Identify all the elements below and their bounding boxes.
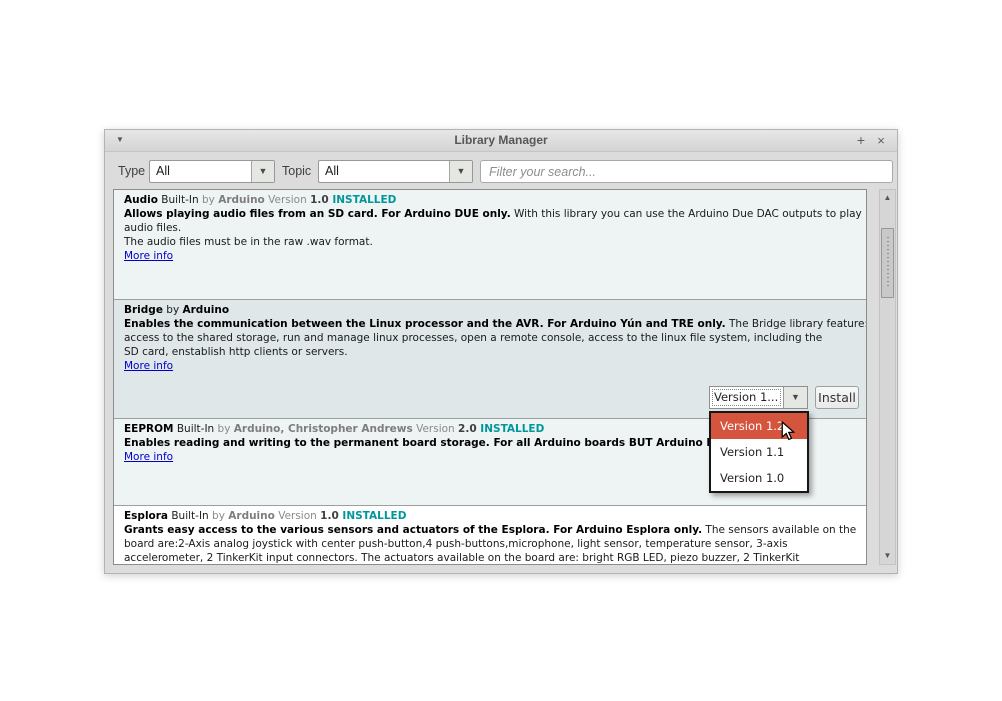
row-text-line: More info <box>124 249 856 263</box>
installed-badge: INSTALLED <box>339 510 407 522</box>
scroll-up-icon[interactable]: ▲ <box>880 192 895 204</box>
more-info-link[interactable]: More info <box>124 451 173 463</box>
row-text-line: board are:2-Axis analog joystick with ce… <box>124 537 856 551</box>
text-segment: Arduino, Christopher Andrews <box>234 423 413 435</box>
version-option[interactable]: Version 1.0 <box>711 465 807 491</box>
text-segment: The Bridge library feature: <box>726 318 866 330</box>
topic-label: Topic <box>282 164 311 178</box>
topic-dropdown-value: All <box>325 164 339 178</box>
row-text-line: Enables the communication between the Li… <box>124 317 856 331</box>
text-segment: SD card, enstablish http clients or serv… <box>124 346 348 358</box>
version-option[interactable]: Version 1.1 <box>711 439 807 465</box>
text-segment: by <box>218 423 234 435</box>
row-text-line: More info <box>124 359 856 373</box>
text-segment: Enables the communication between the Li… <box>124 318 726 330</box>
text-segment: accelerometer, 2 TinkerKit input connect… <box>124 552 799 564</box>
text-segment: 1.0 <box>320 510 339 522</box>
type-dropdown[interactable]: All ▼ <box>149 160 275 183</box>
text-segment: The audio files must be in the raw .wav … <box>124 236 373 248</box>
type-label: Type <box>118 164 145 178</box>
row-text-line: Grants easy access to the various sensor… <box>124 523 856 537</box>
chevron-down-icon[interactable]: ▼ <box>449 161 472 182</box>
chevron-down-icon[interactable]: ▼ <box>783 387 807 408</box>
text-segment: audio files. <box>124 222 181 234</box>
installed-badge: INSTALLED <box>329 194 397 206</box>
text-segment: Allows playing audio files from an SD ca… <box>124 208 511 220</box>
close-button[interactable]: × <box>873 133 889 148</box>
text-segment: Version <box>275 510 320 522</box>
text-segment: Built-In <box>168 510 212 522</box>
text-segment: The sensors available on the <box>702 524 856 536</box>
installed-badge: INSTALLED <box>477 423 545 435</box>
text-segment: With this library you can use the Arduin… <box>511 208 862 220</box>
scrollbar-thumb[interactable] <box>881 228 894 298</box>
more-info-link[interactable]: More info <box>124 250 173 262</box>
text-segment: Audio <box>124 194 158 206</box>
text-segment: Bridge <box>124 304 163 316</box>
text-segment: Version <box>265 194 310 206</box>
scroll-down-icon[interactable]: ▼ <box>880 550 895 562</box>
text-segment: Esplora <box>124 510 168 522</box>
chevron-down-icon[interactable]: ▼ <box>251 161 274 182</box>
text-segment: 1.0 <box>310 194 329 206</box>
text-segment: board are:2-Axis analog joystick with ce… <box>124 538 788 550</box>
text-segment: Built-In <box>158 194 202 206</box>
text-segment: by <box>163 304 183 316</box>
text-segment: Arduino <box>183 304 230 316</box>
text-segment: Built-In <box>174 423 218 435</box>
library-manager-window: ▼ Library Manager + × Type All ▼ Topic A… <box>104 129 898 574</box>
text-segment: EEPROM <box>124 423 174 435</box>
vertical-scrollbar[interactable]: ▲ ▼ <box>879 189 896 565</box>
more-info-link[interactable]: More info <box>124 360 173 372</box>
install-button[interactable]: Install <box>815 386 859 409</box>
text-segment: 2.0 <box>458 423 477 435</box>
row-text-line: Esplora Built-In by Arduino Version 1.0 … <box>124 509 856 523</box>
type-dropdown-value: All <box>156 164 170 178</box>
text-segment: by <box>212 510 228 522</box>
text-segment: access to the shared storage, run and ma… <box>124 332 822 344</box>
library-row-esplora[interactable]: Esplora Built-In by Arduino Version 1.0 … <box>114 506 866 565</box>
row-text-line: Audio Built-In by Arduino Version 1.0 IN… <box>124 193 856 207</box>
row-text-line: Allows playing audio files from an SD ca… <box>124 207 856 221</box>
focus-outline <box>711 388 782 407</box>
text-segment: Arduino <box>218 194 265 206</box>
library-row-audio[interactable]: Audio Built-In by Arduino Version 1.0 IN… <box>114 190 866 300</box>
row-text-line: The audio files must be in the raw .wav … <box>124 235 856 249</box>
topic-dropdown[interactable]: All ▼ <box>318 160 473 183</box>
library-list[interactable]: Audio Built-In by Arduino Version 1.0 IN… <box>113 189 867 565</box>
version-dropdown[interactable]: Version 1... ▼ <box>709 386 808 409</box>
title-bar[interactable]: ▼ Library Manager + × <box>105 130 897 152</box>
row-text-line: audio files. <box>124 221 856 235</box>
mouse-cursor-icon <box>781 421 795 442</box>
text-segment: by <box>202 194 218 206</box>
text-segment: Grants easy access to the various sensor… <box>124 524 702 536</box>
row-text-line: accelerometer, 2 TinkerKit input connect… <box>124 551 856 565</box>
search-input[interactable] <box>480 160 893 183</box>
window-title: Library Manager <box>105 133 897 147</box>
text-segment: Version <box>413 423 458 435</box>
row-text-line: SD card, enstablish http clients or serv… <box>124 345 856 359</box>
text-segment: Enables reading and writing to the perma… <box>124 437 735 449</box>
row-text-line: Bridge by Arduino <box>124 303 856 317</box>
scrollbar-grip <box>887 237 889 289</box>
row-text-line: access to the shared storage, run and ma… <box>124 331 856 345</box>
maximize-button[interactable]: + <box>853 132 869 148</box>
text-segment: Arduino <box>228 510 275 522</box>
